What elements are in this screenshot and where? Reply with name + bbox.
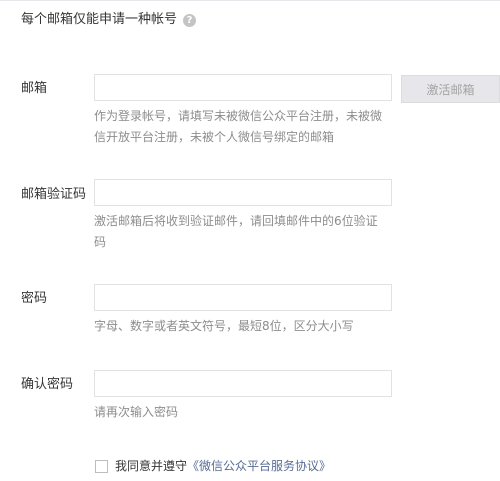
agreement-checkbox[interactable] [95,459,108,473]
email-hint: 作为登录帐号，请填写未被微信公众平台注册，未被微信开放平台注册，未被个人微信号绑… [94,109,383,144]
email-code-input[interactable] [94,179,392,206]
email-input[interactable] [94,74,392,101]
confirm-password-hint: 请再次输入密码 [94,405,179,419]
email-label: 邮箱 [21,81,48,96]
top-divider [0,0,500,1]
email-code-label: 邮箱验证码 [21,187,87,202]
password-hint: 字母、数字或者英文符号，最短8位，区分大小写 [94,319,354,333]
confirm-password-input[interactable] [94,370,392,397]
confirm-password-label: 确认密码 [21,377,74,392]
help-icon[interactable]: ? [183,13,197,27]
account-notice: 每个邮箱仅能申请一种帐号 ? [21,11,197,29]
account-notice-text: 每个邮箱仅能申请一种帐号 [21,12,178,27]
email-code-hint: 激活邮箱后将收到验证邮件，请回填邮件中的6位验证码 [94,214,378,249]
activate-email-button[interactable]: 激活邮箱 [401,75,500,103]
password-label: 密码 [21,291,48,306]
agreement-row: 我同意并遵守 《微信公众平台服务协议》 [95,458,331,474]
agreement-text: 我同意并遵守 [115,459,188,473]
password-input[interactable] [94,284,392,311]
agreement-link[interactable]: 《微信公众平台服务协议》 [187,458,331,474]
